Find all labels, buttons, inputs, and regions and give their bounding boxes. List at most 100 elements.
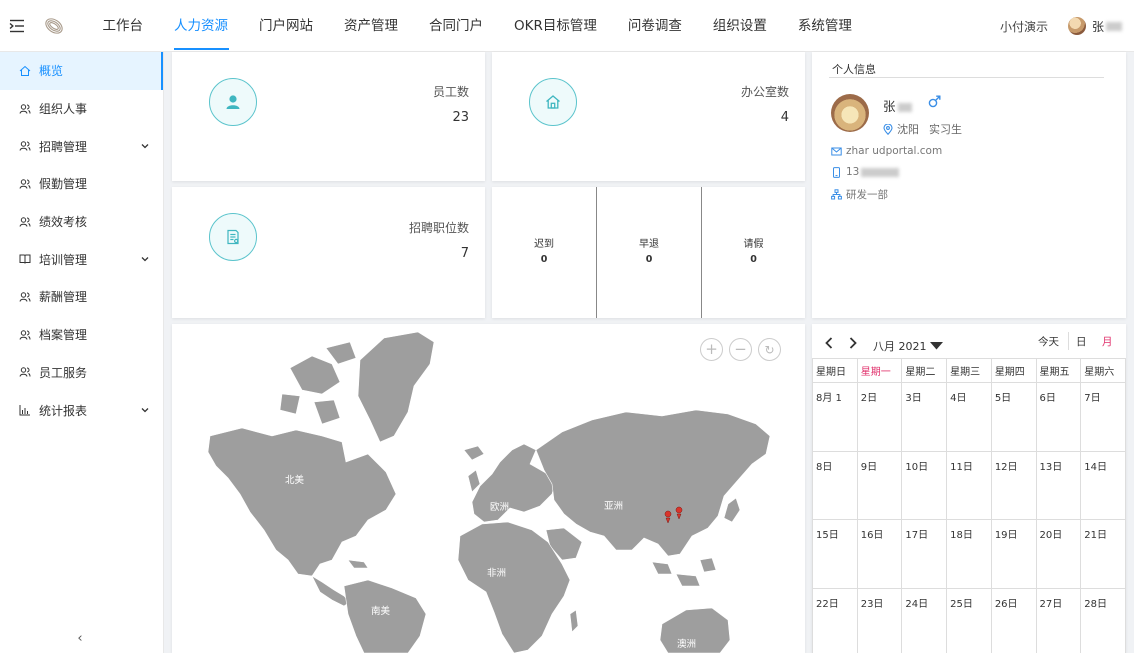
user-name-redacted xyxy=(1106,21,1122,31)
calendar-day-cell[interactable]: 21日 xyxy=(1080,519,1126,589)
calendar-day-cell[interactable]: 7日 xyxy=(1080,382,1126,452)
profile-city: 沈阳 xyxy=(897,123,919,136)
sidebar-item[interactable]: 组织人事 xyxy=(0,90,163,128)
org-icon xyxy=(831,189,842,200)
calendar-day-cell[interactable]: 22日 xyxy=(812,587,858,653)
calendar-day-cell[interactable]: 19日 xyxy=(990,519,1037,589)
calendar-next-icon[interactable] xyxy=(846,336,860,350)
calendar-day-cell[interactable]: 12日 xyxy=(990,450,1037,520)
users-icon xyxy=(19,178,31,190)
calendar-day-cell[interactable]: 2日 xyxy=(856,382,903,452)
sidebar-item[interactable]: 招聘管理 xyxy=(0,127,163,165)
calendar-day-cell[interactable]: 18日 xyxy=(946,519,992,589)
calendar-day-cell[interactable]: 8日 xyxy=(812,450,858,520)
nav-item[interactable]: 系统管理 xyxy=(782,0,867,52)
demo-account-link[interactable]: 小付演示 xyxy=(1000,18,1048,35)
employee-count-card[interactable]: 员工数 23 xyxy=(172,52,485,181)
profile-phone[interactable]: 13 xyxy=(846,166,859,178)
sidebar-item[interactable]: 绩效考核 xyxy=(0,203,163,241)
calendar-day-cell[interactable]: 6日 xyxy=(1035,382,1082,452)
document-icon xyxy=(209,213,257,261)
book-icon xyxy=(19,253,31,265)
nav-item[interactable]: 问卷调查 xyxy=(612,0,697,52)
profile-email[interactable]: zhar udportal.com xyxy=(846,145,942,157)
sidebar-item[interactable]: 概览 xyxy=(0,52,163,90)
calendar-day-cell[interactable]: 11日 xyxy=(946,450,992,520)
calendar-header: 八月 2021 今天 日 月 xyxy=(812,324,1126,358)
nav-item[interactable]: OKR目标管理 xyxy=(499,0,613,52)
calendar-day-cell[interactable]: 20日 xyxy=(1035,519,1082,589)
region-label-asia: 亚洲 xyxy=(604,501,624,512)
user-name[interactable]: 张 xyxy=(1092,18,1104,35)
sidebar-item-label: 员工服务 xyxy=(39,365,88,380)
indent-menu-icon[interactable] xyxy=(0,0,34,52)
home-icon xyxy=(529,78,577,126)
calendar-day-cell[interactable]: 25日 xyxy=(946,587,992,653)
sidebar-item[interactable]: 员工服务 xyxy=(0,354,163,392)
chevron-down-icon[interactable] xyxy=(141,255,149,263)
calendar-day-cell[interactable]: 17日 xyxy=(901,519,948,589)
calendar-day-view-button[interactable]: 日 xyxy=(1076,334,1087,349)
calendar-day-cell[interactable]: 4日 xyxy=(946,382,992,452)
region-label-south-america: 南美 xyxy=(371,606,391,617)
calendar-weekday-header: 星期六 xyxy=(1080,358,1126,383)
world-map[interactable] xyxy=(172,324,805,653)
divider xyxy=(1068,332,1069,350)
profile-department-row: 研发一部 xyxy=(831,187,888,202)
sidebar-item[interactable]: 培训管理 xyxy=(0,240,163,278)
sidebar-item[interactable]: 假勤管理 xyxy=(0,165,163,203)
calendar-day-cell[interactable]: 27日 xyxy=(1035,587,1082,653)
sidebar-item-label: 绩效考核 xyxy=(39,215,88,230)
calendar-prev-icon[interactable] xyxy=(822,336,836,350)
sidebar-item-label: 组织人事 xyxy=(39,102,88,117)
sidebar-item-label: 档案管理 xyxy=(39,328,88,343)
calendar-today-button[interactable]: 今天 xyxy=(1038,334,1059,349)
calendar-day-cell[interactable]: 14日 xyxy=(1080,450,1126,520)
nav-item[interactable]: 组织设置 xyxy=(697,0,782,52)
nav-item[interactable]: 门户网站 xyxy=(244,0,329,52)
region-label-africa: 非洲 xyxy=(487,568,507,579)
sidebar-item[interactable]: 档案管理 xyxy=(0,316,163,354)
calendar-day-cell[interactable]: 23日 xyxy=(856,587,903,653)
bar-chart-icon xyxy=(19,404,31,416)
users-icon xyxy=(19,216,31,228)
user-avatar[interactable] xyxy=(1067,17,1086,35)
nav-item[interactable]: 合同门户 xyxy=(414,0,499,52)
calendar-month-selector[interactable]: 八月 2021 xyxy=(873,338,943,354)
calendar-day-cell[interactable]: 9日 xyxy=(856,450,903,520)
profile-department: 研发一部 xyxy=(846,189,888,201)
profile-avatar[interactable] xyxy=(831,94,869,132)
calendar-day-cell[interactable]: 13日 xyxy=(1035,450,1082,520)
attendance-leave[interactable]: 请假 0 xyxy=(702,187,805,318)
job-positions-card[interactable]: 招聘职位数 7 xyxy=(172,187,485,318)
calendar-day-cell[interactable]: 24日 xyxy=(901,587,948,653)
collapse-sidebar-icon[interactable]: ‹ xyxy=(74,632,86,645)
chevron-down-icon[interactable] xyxy=(141,406,149,414)
attendance-early-leave-label: 早退 xyxy=(639,239,659,250)
calendar-day-cell[interactable]: 26日 xyxy=(990,587,1037,653)
calendar-day-cell[interactable]: 3日 xyxy=(901,382,948,452)
nav-item[interactable]: 工作台 xyxy=(87,0,159,52)
sidebar-item-label: 培训管理 xyxy=(39,252,88,267)
caribbean-shape xyxy=(347,559,369,569)
calendar-weekday-header: 星期日 xyxy=(812,358,858,383)
japan-shape xyxy=(723,497,741,523)
calendar-day-cell[interactable]: 5日 xyxy=(990,382,1037,452)
attendance-early-leave[interactable]: 早退 0 xyxy=(597,187,701,318)
sidebar-item[interactable]: 统计报表 xyxy=(0,391,163,429)
profile-name: 张 xyxy=(883,96,912,115)
calendar-day-cell[interactable]: 15日 xyxy=(812,519,858,589)
chevron-down-icon[interactable] xyxy=(141,142,149,150)
uk-shape xyxy=(467,469,481,493)
calendar-day-cell[interactable]: 16日 xyxy=(856,519,903,589)
nav-item[interactable]: 人力资源 xyxy=(159,0,244,52)
calendar-day-cell[interactable]: 10日 xyxy=(901,450,948,520)
attendance-late[interactable]: 迟到 0 xyxy=(492,187,596,318)
calendar-day-cell[interactable]: 8月 1 xyxy=(812,382,858,452)
office-count-card[interactable]: 办公室数 4 xyxy=(492,52,805,181)
sidebar-item[interactable]: 薪酬管理 xyxy=(0,278,163,316)
calendar-day-cell[interactable]: 28日 xyxy=(1080,587,1126,653)
calendar-month-view-button[interactable]: 月 xyxy=(1102,334,1113,349)
nav-item[interactable]: 资产管理 xyxy=(329,0,414,52)
company-logo[interactable] xyxy=(43,15,65,37)
